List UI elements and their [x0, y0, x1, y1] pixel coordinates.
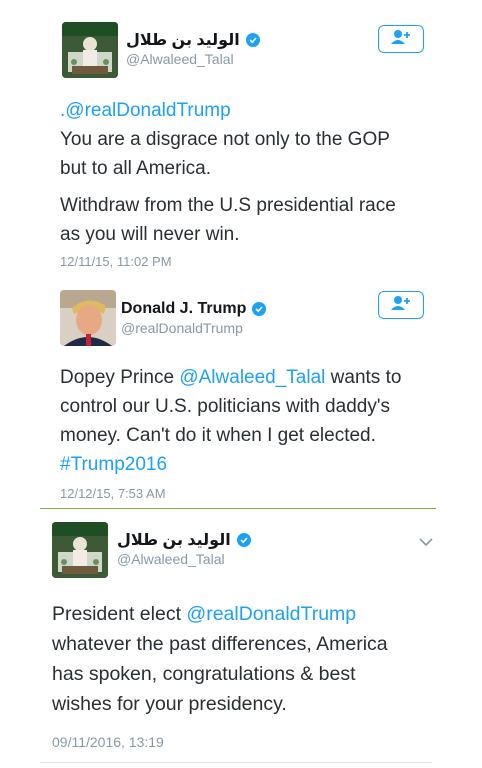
- divider: [40, 508, 436, 509]
- text-segment: President elect: [52, 603, 187, 625]
- display-name[interactable]: Donald J. Trump: [121, 300, 246, 318]
- tweet-3: الوليد بن طلال @Alwaleed_Talal President…: [0, 512, 482, 768]
- text-line: wishes for your presidency.: [52, 693, 287, 715]
- text-segment: wants to: [325, 367, 402, 388]
- text-line: as you will never win.: [60, 224, 240, 245]
- author-row: Donald J. Trump: [121, 300, 267, 318]
- avatar[interactable]: [62, 22, 118, 78]
- author-row: الوليد بن طلال: [117, 530, 251, 550]
- chevron-down-icon[interactable]: [418, 534, 434, 552]
- verified-icon: [236, 533, 251, 547]
- display-name[interactable]: الوليد بن طلال: [126, 30, 240, 50]
- hashtag-link[interactable]: #Trump2016: [60, 454, 167, 475]
- follow-user-icon: [390, 295, 412, 316]
- display-name[interactable]: الوليد بن طلال: [117, 530, 231, 550]
- avatar-image: [62, 22, 118, 78]
- tweet-text: President elect @realDonaldTrump whateve…: [52, 599, 472, 719]
- tweet-2: Donald J. Trump @realDonaldTrump Dopey P…: [0, 290, 482, 508]
- author-row: الوليد بن طلال: [126, 30, 260, 50]
- avatar-image: [52, 522, 108, 578]
- text-segment: Dopey Prince: [60, 367, 180, 388]
- follow-button[interactable]: [378, 25, 424, 53]
- avatar[interactable]: [60, 290, 116, 346]
- timestamp[interactable]: 12/11/15, 11:02 PM: [60, 254, 172, 269]
- mention-link[interactable]: @realDonaldTrump: [65, 100, 230, 121]
- handle[interactable]: @Alwaleed_Talal: [126, 51, 234, 67]
- verified-icon: [245, 33, 260, 47]
- text-line: You are a disgrace not only to the GOP: [60, 129, 390, 150]
- timestamp[interactable]: 12/12/15, 7:53 AM: [60, 486, 166, 501]
- follow-user-icon: [390, 29, 412, 50]
- text-line: money. Can't do it when I get elected.: [60, 425, 376, 446]
- text-line: has spoken, congratulations & best: [52, 663, 356, 685]
- text-line: but to all America.: [60, 158, 212, 179]
- handle[interactable]: @Alwaleed_Talal: [117, 551, 225, 567]
- handle[interactable]: @realDonaldTrump: [121, 320, 243, 336]
- avatar[interactable]: [52, 522, 108, 578]
- tweet-text: .@realDonaldTrump You are a disgrace not…: [60, 96, 470, 249]
- timestamp[interactable]: 09/11/2016, 13:19: [52, 734, 164, 750]
- divider: [40, 762, 432, 763]
- mention-link[interactable]: @realDonaldTrump: [186, 603, 356, 625]
- mention-link[interactable]: @Alwaleed_Talal: [179, 367, 325, 388]
- tweet-1: الوليد بن طلال @Alwaleed_Talal .@realDon…: [0, 0, 482, 290]
- follow-button[interactable]: [378, 291, 424, 319]
- text-line: whatever the past differences, America: [52, 633, 388, 655]
- verified-icon: [252, 302, 267, 316]
- text-line: Withdraw from the U.S presidential race: [60, 195, 396, 216]
- tweet-text: Dopey Prince @Alwaleed_Talal wants to co…: [60, 363, 470, 479]
- avatar-image: [60, 290, 116, 346]
- text-line: control our U.S. politicians with daddy'…: [60, 396, 390, 417]
